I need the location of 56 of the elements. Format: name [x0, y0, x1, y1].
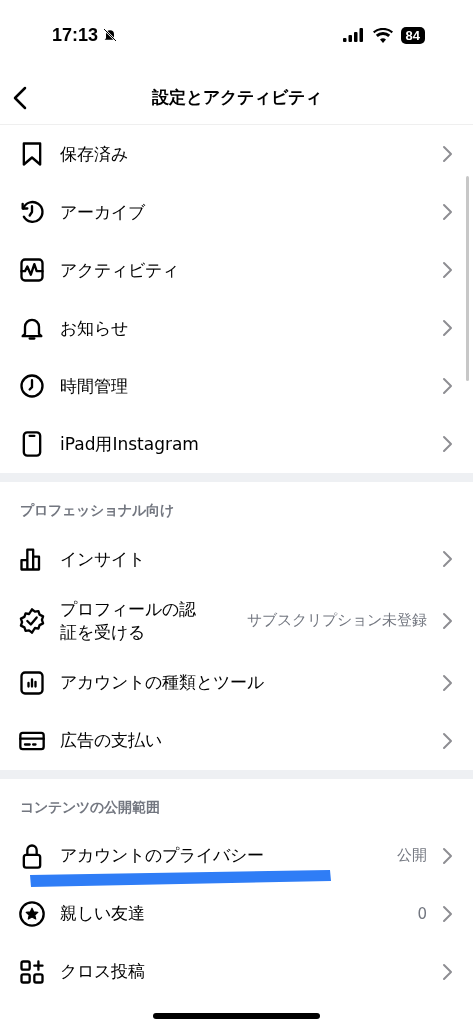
chevron-icon — [441, 730, 453, 751]
row-label: アカウントのプライバシー — [60, 844, 265, 868]
settings-row[interactable]: お知らせ — [0, 299, 473, 357]
row-label: インサイト — [60, 547, 146, 571]
row-label: お知らせ — [60, 316, 129, 340]
settings-row[interactable]: iPad用Instagram — [0, 415, 473, 473]
status-time: 17:13 — [52, 24, 99, 46]
row-value: 0 — [417, 904, 427, 923]
settings-row[interactable]: クロス投稿 — [0, 942, 473, 1001]
settings-row[interactable]: 親しい友達 0 — [0, 884, 473, 943]
chevron-icon — [441, 202, 453, 222]
row-label: プロフィールの認証を受ける — [60, 598, 197, 644]
chevron-icon — [441, 961, 453, 982]
chevron-icon — [441, 549, 453, 569]
row-label: 時間管理 — [60, 374, 129, 398]
settings-row[interactable]: 広告の支払い — [0, 711, 473, 770]
row-label: 広告の支払い — [60, 729, 163, 753]
chevron-icon — [441, 845, 453, 866]
settings-row[interactable]: アカウントのプライバシー 公開 — [0, 826, 473, 885]
clock-icon — [18, 372, 46, 400]
row-label: iPad用Instagram — [60, 432, 200, 456]
muted-bell-icon — [102, 27, 119, 43]
row-label: アカウントの種類とツール — [60, 671, 265, 695]
page-title: 設定とアクティビティ — [151, 85, 322, 109]
chevron-icon — [441, 260, 453, 280]
settings-row[interactable]: インサイト — [0, 530, 473, 588]
settings-row[interactable]: プロフィールの認証を受ける サブスクリプション未登録 — [0, 588, 473, 654]
battery-level: 84 — [400, 26, 425, 44]
section-title: プロフェッショナル向け — [19, 501, 175, 520]
verified-badge-icon — [18, 606, 46, 635]
settings-row[interactable]: アーカイブ — [0, 183, 473, 241]
settings-row[interactable]: 時間管理 — [0, 357, 473, 415]
settings-row[interactable]: 保存済み — [0, 125, 473, 183]
grid-plus-icon — [18, 957, 46, 986]
section-title: コンテンツの公開範囲 — [19, 797, 161, 817]
row-value: サブスクリプション未登録 — [247, 611, 427, 631]
settings-row[interactable]: アカウントの種類とツール — [0, 653, 473, 712]
chevron-icon — [441, 610, 453, 631]
chevron-icon — [441, 376, 453, 396]
chevron-icon — [441, 144, 453, 164]
chevron-icon — [441, 903, 453, 924]
row-label: 保存済み — [60, 142, 129, 166]
chevron-icon — [441, 434, 453, 454]
row-value: 公開 — [397, 846, 427, 866]
activity-icon — [18, 256, 46, 284]
star-circle-icon — [18, 899, 46, 928]
row-label: アーカイブ — [60, 200, 146, 224]
settings-row[interactable]: アクティビティ — [0, 241, 473, 299]
row-label: クロス投稿 — [60, 960, 146, 984]
chevron-icon — [441, 318, 453, 338]
row-label: 親しい友達 — [60, 902, 146, 926]
chevron-icon — [441, 672, 453, 693]
wifi-icon — [372, 27, 393, 43]
row-label: アクティビティ — [60, 258, 180, 282]
chart-box-icon — [18, 668, 46, 697]
signal-icon — [342, 28, 365, 42]
